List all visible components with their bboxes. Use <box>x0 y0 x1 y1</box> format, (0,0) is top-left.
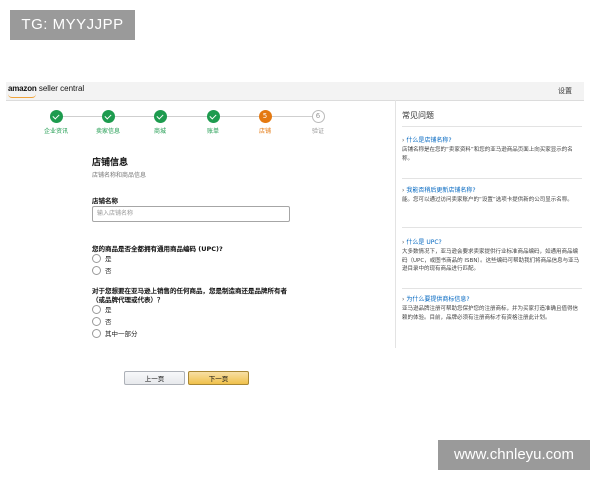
faq-question[interactable]: › 为什么要提供商标信息? <box>402 294 580 303</box>
faq-divider <box>402 227 582 228</box>
step-number: 6 <box>311 110 325 123</box>
amazon-seller-central-logo[interactable]: amazon seller central <box>8 84 85 98</box>
step-label: 卖家信息 <box>95 128 120 135</box>
logo-smile-icon <box>8 94 36 98</box>
faq-item: › 什么是店铺名称? 店铺名称是在您的“卖家资料”和您的亚马逊商品页面上向买家显示… <box>402 135 580 163</box>
step-check-icon <box>101 110 115 123</box>
step-label: 店铺 <box>258 128 271 135</box>
step-5: 5 店铺 <box>245 108 285 135</box>
faq-answer: 能。您可以通过访问卖家账户的“设置”选项卡提供新的公司显示名称。 <box>402 197 573 203</box>
brand-option-no[interactable]: 否 <box>92 316 112 326</box>
step-label: 企业资讯 <box>43 128 68 135</box>
faq-question[interactable]: › 我能否稍后更新店铺名称? <box>402 185 580 194</box>
logo-wordmark: amazon <box>8 84 37 93</box>
faq-divider <box>402 288 582 289</box>
previous-page-button[interactable]: 上一页 <box>124 371 185 385</box>
chevron-right-icon: › <box>402 239 405 246</box>
option-label: 否 <box>105 267 112 275</box>
chevron-right-icon: › <box>402 137 405 144</box>
step-2: 卖家信息 <box>88 108 128 135</box>
faq-item: › 我能否稍后更新店铺名称? 能。您可以通过访问卖家账户的“设置”选项卡提供新的公… <box>402 185 580 205</box>
brand-question-line2: （或品牌代理或代表）？ <box>92 296 164 304</box>
step-3: 商城 <box>140 108 180 135</box>
upc-option-no[interactable]: 否 <box>92 265 112 275</box>
radio-icon[interactable] <box>92 266 101 275</box>
faq-divider <box>402 126 582 127</box>
chevron-right-icon: › <box>402 296 405 303</box>
brand-option-yes[interactable]: 是 <box>92 304 112 314</box>
store-info-form: 店铺信息 店铺名称和商品信息 店铺名称 输入店铺名称 您的商品是否全都拥有通用商… <box>92 155 292 338</box>
logo-subtitle: seller central <box>36 84 85 93</box>
faq-panel: 常见问题 › 什么是店铺名称? 店铺名称是在您的“卖家资料”和您的亚马逊商品页面上… <box>402 110 582 321</box>
step-check-icon <box>153 110 167 123</box>
option-label: 否 <box>105 318 112 326</box>
radio-icon[interactable] <box>92 317 101 326</box>
next-page-button[interactable]: 下一页 <box>188 371 249 385</box>
faq-title: 常见问题 <box>402 111 434 120</box>
faq-question-text: 什么是店铺名称? <box>406 137 452 144</box>
step-label: 验证 <box>311 128 324 135</box>
registration-stepper: 企业资讯 卖家信息 商城 账单 5 店铺 6 验证 <box>40 108 340 138</box>
step-check-icon <box>49 110 63 123</box>
faq-question-text: 我能否稍后更新店铺名称? <box>406 187 476 194</box>
faq-question[interactable]: › 什么是店铺名称? <box>402 135 580 144</box>
faq-answer: 店铺名称是在您的“卖家资料”和您的亚马逊商品页面上向买家显示的名称。 <box>402 147 573 162</box>
form-subtitle: 店铺名称和商品信息 <box>92 172 147 179</box>
form-title: 店铺信息 <box>92 158 129 168</box>
faq-question[interactable]: › 什么是 UPC? <box>402 237 580 246</box>
faq-question-text: 什么是 UPC? <box>406 239 442 246</box>
option-label: 是 <box>105 255 112 263</box>
step-number: 5 <box>258 110 272 123</box>
radio-icon[interactable] <box>92 329 101 338</box>
upc-question: 您的商品是否全都拥有通用商品编码 (UPC)? <box>92 245 223 253</box>
store-name-label: 店铺名称 <box>92 197 118 205</box>
upc-option-yes[interactable]: 是 <box>92 253 112 263</box>
option-label: 其中一部分 <box>105 330 138 338</box>
step-label: 商城 <box>153 128 166 135</box>
faq-item: › 什么是 UPC? 大多数情况下，亚马逊会要求卖家提供行业标准商品编码，如通用商… <box>402 237 580 274</box>
faq-question-text: 为什么要提供商标信息? <box>406 296 470 303</box>
step-6: 6 验证 <box>298 108 338 135</box>
watermark-top: TG: MYYJJPP <box>10 10 135 40</box>
watermark-bottom: www.chnleyu.com <box>438 440 590 470</box>
faq-answer: 亚马逊品牌注册可帮助您保护您的注册商标，并为买家打造准确且值得信赖的体验。目前，… <box>402 306 579 321</box>
faq-answer: 大多数情况下，亚马逊会要求卖家提供行业标准商品编码，如通用商品编码（UPC，或图… <box>402 249 580 272</box>
faq-item: › 为什么要提供商标信息? 亚马逊品牌注册可帮助您保护您的注册商标，并为买家打造准… <box>402 294 580 322</box>
faq-divider <box>402 178 582 179</box>
option-label: 是 <box>105 306 112 314</box>
radio-icon[interactable] <box>92 305 101 314</box>
step-1: 企业资讯 <box>36 108 76 135</box>
app-header: amazon seller central 设置 <box>6 82 584 101</box>
radio-icon[interactable] <box>92 254 101 263</box>
settings-link[interactable]: 设置 <box>558 86 572 96</box>
store-name-input[interactable]: 输入店铺名称 <box>92 206 290 222</box>
chevron-right-icon: › <box>402 187 405 194</box>
sidebar-divider <box>395 100 396 348</box>
step-label: 账单 <box>206 128 219 135</box>
step-check-icon <box>206 110 220 123</box>
brand-option-some[interactable]: 其中一部分 <box>92 328 138 338</box>
step-4: 账单 <box>193 108 233 135</box>
